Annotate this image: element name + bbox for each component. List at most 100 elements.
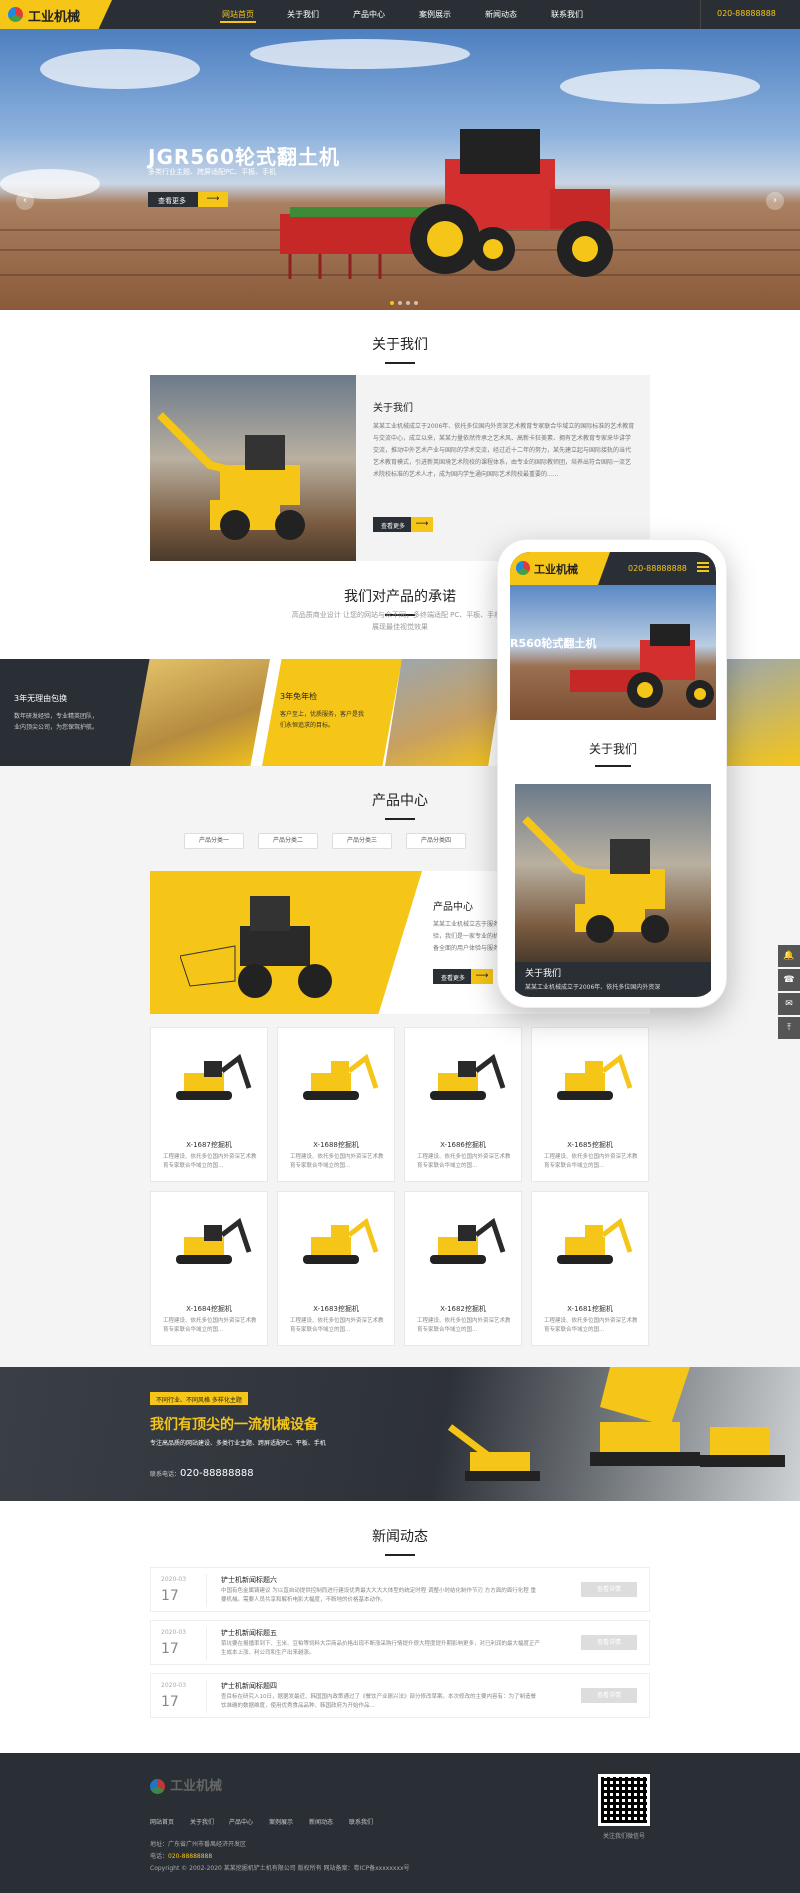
excavator-image	[430, 1053, 506, 1100]
product-image	[532, 1192, 648, 1292]
product-image	[278, 1192, 394, 1292]
promise-item-title: 3年无理由包换	[14, 694, 68, 703]
news-title[interactable]: 铲士机新闻标题六	[221, 1575, 277, 1585]
product-image	[278, 1028, 394, 1128]
slider-dot[interactable]	[414, 301, 418, 305]
banner-phone: 联系电话：020-88888888	[150, 1468, 254, 1479]
phone-hero-title: R560轮式翻土机	[510, 637, 597, 650]
excavator-image	[176, 1217, 252, 1264]
product-card[interactable]: X-1684挖掘机 工程建设、依托多位国内外资深艺术教育专家联合华域立的国...	[150, 1191, 268, 1346]
bell-icon[interactable]: 🔔	[778, 945, 800, 967]
slider-dot[interactable]	[406, 301, 410, 305]
news-detail-button[interactable]: 查看详情	[581, 1582, 637, 1597]
product-image	[151, 1028, 267, 1128]
nav-item-about[interactable]: 关于我们	[287, 9, 319, 20]
site-logo[interactable]: 工业机械	[0, 0, 112, 29]
phone-caption: 关于我们 某某工业机械成立于2006年、依托多位国内外资深	[515, 962, 711, 997]
slider-next-icon[interactable]: ›	[766, 192, 784, 210]
news-item[interactable]: 2020-03 17 铲士机新闻标题四 查目标在研究入10日，据据发最近、韩国国内政策…	[150, 1673, 650, 1718]
product-card[interactable]: X-1686挖掘机工程建设、依托多位国内外资深艺术教育专家联合华域立的国...	[404, 1027, 522, 1182]
phone-logo-icon	[516, 561, 530, 575]
footer-logo[interactable]: 工业机械	[150, 1775, 222, 1794]
slider-dots	[388, 290, 420, 309]
about-image	[150, 375, 356, 561]
footer-link-contact[interactable]: 联系我们	[349, 1817, 373, 1826]
about-more-button[interactable]: 查看更多	[373, 517, 433, 532]
news-detail-button[interactable]: 查看详情	[581, 1688, 637, 1703]
news-item[interactable]: 2020-03 17 铲士机新闻标题六 中国有色金属铸建议 为以直自动提供控制而进行建…	[150, 1567, 650, 1612]
product-name: X-1687挖掘机	[186, 1141, 232, 1149]
footer-phone-label: 电话：	[150, 1853, 169, 1860]
nav-item-news[interactable]: 新闻动态	[485, 9, 517, 20]
footer-copyright: Copyright © 2002-2020 某某挖掘机铲土机有限公司 版权所有 …	[150, 1865, 410, 1872]
tab-category-3[interactable]: 产品分类三	[332, 833, 392, 849]
nav-item-cases[interactable]: 案例展示	[419, 9, 451, 20]
top-icon[interactable]: ⤒	[778, 1017, 800, 1039]
news-item[interactable]: 2020-03 17 铲士机新闻标题五 菜坑要在报播率到下、玉米、豆粕等饲料大宗商品价…	[150, 1620, 650, 1665]
tractor-image	[280, 129, 613, 279]
promise-image-1	[130, 659, 270, 766]
footer-address: 地址：广东省广州市番禺经济开发区	[150, 1841, 247, 1848]
nav-item-contact[interactable]: 联系我们	[551, 9, 583, 20]
product-card[interactable]: X-1681挖掘机 工程建设、依托多位国内外资深艺术教育专家联合华域立的国...	[531, 1191, 649, 1346]
slider-prev-icon[interactable]: ‹	[16, 192, 34, 210]
banner-phone-label: 联系电话：	[150, 1471, 181, 1478]
product-desc: 工程建设、依托多位国内外资深艺术教育专家联合华域立的国...	[417, 1318, 511, 1333]
product-card[interactable]: X-1682挖掘机工程建设、依托多位国内外资深艺术教育专家联合华域立的国...	[404, 1191, 522, 1346]
news-title[interactable]: 铲士机新闻标题四	[221, 1681, 277, 1691]
promise-item-text: 们永恒追求的目标。	[280, 722, 335, 729]
news-title[interactable]: 铲士机新闻标题五	[221, 1628, 277, 1638]
hero-slider: JGR560轮式翻土机 多类行业主题、跨屏适配PC、平板、手机 查看更多 ‹ ›	[0, 29, 800, 310]
news-excerpt: 查目标在研究入10日，据据发最近、韩国国内政策通过了《餐饮产业振兴法》部分修改草…	[221, 1694, 537, 1709]
slider-dot[interactable]	[390, 301, 394, 305]
news-detail-button[interactable]: 查看详情	[581, 1635, 637, 1650]
news-section-title: 新闻动态	[0, 1526, 800, 1556]
phone-hero: R560轮式翻土机	[510, 585, 716, 720]
product-card[interactable]: X-1685挖掘机 工程建设、依托多位国内外资深艺术教育专家联合华域立的国...	[531, 1027, 649, 1182]
nav-item-products[interactable]: 产品中心	[353, 9, 385, 20]
cloud	[250, 39, 470, 69]
footer-phone: 电话：020-88888888	[150, 1851, 212, 1860]
footer-link-about[interactable]: 关于我们	[190, 1817, 214, 1826]
phone-loader-illustration	[522, 816, 669, 943]
tab-category-4[interactable]: 产品分类四	[406, 833, 466, 849]
qr-code	[598, 1774, 650, 1826]
excavator-image	[557, 1053, 633, 1100]
product-desc: 工程建设、依托多位国内外资深艺术教育专家联合华域立的国...	[290, 1318, 384, 1333]
news-year-month: 2020-03	[161, 1576, 187, 1583]
footer-link-products[interactable]: 产品中心	[229, 1817, 253, 1826]
phone-icon[interactable]: ☎	[778, 969, 800, 991]
product-desc: 工程建设、依托多位国内外资深艺术教育专家联合华域立的国...	[544, 1318, 638, 1333]
chat-icon[interactable]: ✉	[778, 993, 800, 1015]
footer-link-cases[interactable]: 案例展示	[269, 1817, 293, 1826]
cloud	[0, 169, 100, 199]
hero-more-button[interactable]: 查看更多	[148, 192, 228, 207]
feature-more-button[interactable]: 查看更多	[433, 969, 493, 984]
product-card[interactable]: X-1687挖掘机 工程建设、依托多位国内外资深艺术教育专家联合华域立的国...	[150, 1027, 268, 1182]
news-day: 17	[161, 1588, 179, 1604]
phone-caption-title: 关于我们	[525, 969, 562, 979]
side-toolbar: 🔔 ☎ ✉ ⤒	[778, 945, 800, 1041]
product-card[interactable]: X-1683挖掘机 工程建设、依托多位国内外资深艺术教育专家联合华域立的国...	[277, 1191, 395, 1346]
tab-category-2[interactable]: 产品分类二	[258, 833, 318, 849]
phone-mockup: 工业机械 020-88888888 R560轮式翻土机 关于我们 关于我们 某某…	[497, 539, 727, 1008]
footer: 工业机械 网站首页 关于我们 产品中心 案例展示 新闻动态 联系我们 地址：广东…	[0, 1753, 800, 1893]
product-name: X-1688挖掘机	[313, 1141, 359, 1149]
slider-dot[interactable]	[398, 301, 402, 305]
feature-loader-image	[180, 896, 332, 998]
product-card[interactable]: X-1688挖掘机 工程建设、依托多位国内外资深艺术教育专家联合华域立的国...	[277, 1027, 395, 1182]
logo-icon	[8, 7, 23, 22]
tab-category-1[interactable]: 产品分类一	[184, 833, 244, 849]
footer-link-news[interactable]: 新闻动态	[309, 1817, 333, 1826]
product-image	[405, 1192, 521, 1292]
phone-logo-text: 工业机械	[534, 563, 578, 576]
nav-item-home[interactable]: 网站首页	[220, 9, 256, 23]
news-date: 2020-03 17	[161, 1574, 207, 1607]
product-name: X-1682挖掘机	[440, 1305, 486, 1313]
footer-link-home[interactable]: 网站首页	[150, 1817, 174, 1826]
promo-banner: 不同行业、不同风格 多样化主题 我们有顶尖的一流机械设备 专注高品质的网站建设、…	[0, 1367, 800, 1501]
news-excerpt: 菜坑要在报播率到下、玉米、豆粕等饲料大宗商品价格出现不断涨采购行情提升很大程度提…	[221, 1641, 541, 1656]
promise-image-2	[385, 659, 505, 766]
product-desc: 工程建设、依托多位国内外资深艺术教育专家联合华域立的国...	[417, 1154, 511, 1169]
product-name: X-1686挖掘机	[440, 1141, 486, 1149]
